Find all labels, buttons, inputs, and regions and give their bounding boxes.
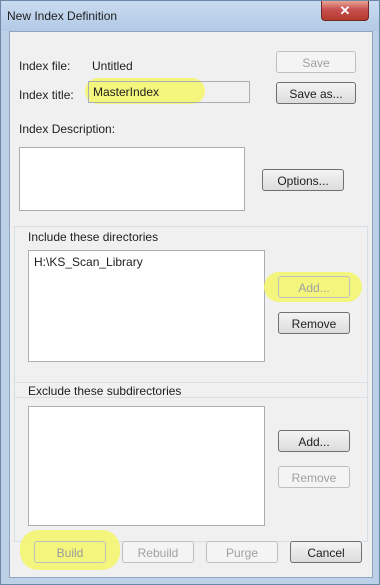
- title-bar[interactable]: New Index Definition ✕: [1, 1, 379, 31]
- index-title-input[interactable]: MasterIndex: [88, 81, 250, 103]
- index-description-label: Index Description:: [19, 122, 116, 136]
- index-title-label: Index title:: [19, 88, 74, 102]
- index-description-field[interactable]: [19, 147, 245, 211]
- index-title-value: MasterIndex: [93, 85, 160, 99]
- include-add-label: Add...: [298, 281, 330, 295]
- include-remove-button[interactable]: Remove: [278, 312, 350, 334]
- options-button[interactable]: Options...: [262, 169, 344, 191]
- exclude-subdirectories-list[interactable]: [28, 406, 265, 526]
- include-add-button[interactable]: Add...: [278, 276, 350, 298]
- build-label: Build: [56, 546, 84, 560]
- save-as-button[interactable]: Save as...: [276, 82, 356, 104]
- index-file-label: Index file:: [19, 59, 71, 73]
- cancel-button[interactable]: Cancel: [290, 541, 362, 563]
- include-directories-list[interactable]: H:\KS_Scan_Library: [28, 250, 265, 362]
- purge-button[interactable]: Purge: [206, 541, 278, 563]
- dialog-window: New Index Definition ✕ Index file: Untit…: [0, 0, 380, 585]
- include-label: Include these directories: [28, 230, 159, 244]
- exclude-label: Exclude these subdirectories: [28, 384, 182, 398]
- window-title: New Index Definition: [7, 9, 118, 23]
- exclude-remove-button[interactable]: Remove: [278, 466, 350, 488]
- dialog-client-area: Index file: Untitled Save Index title: M…: [9, 31, 373, 578]
- build-button[interactable]: Build: [34, 541, 106, 563]
- rebuild-button[interactable]: Rebuild: [122, 541, 194, 563]
- index-file-value: Untitled: [92, 59, 133, 73]
- exclude-add-button[interactable]: Add...: [278, 430, 350, 452]
- close-icon[interactable]: ✕: [321, 1, 369, 21]
- list-item[interactable]: H:\KS_Scan_Library: [34, 255, 143, 269]
- save-button[interactable]: Save: [276, 51, 356, 73]
